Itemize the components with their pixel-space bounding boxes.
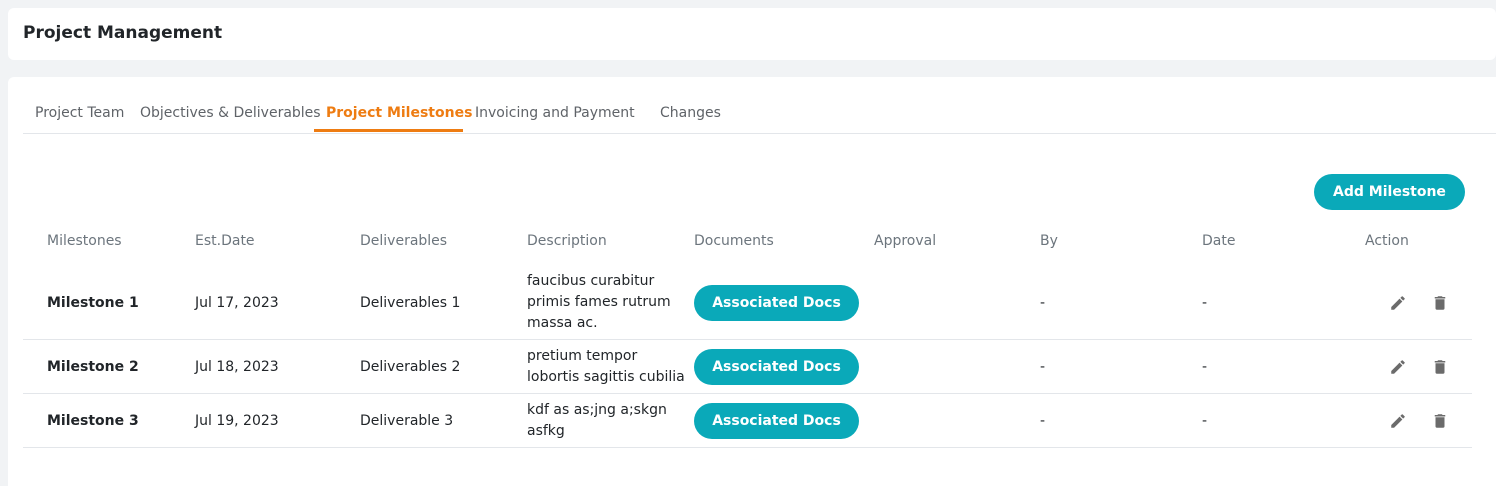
deliverables-cell: Deliverable 3 — [360, 413, 454, 429]
tab-invoicing-payment[interactable]: Invoicing and Payment — [475, 105, 635, 122]
deliverables-cell: Deliverables 2 — [360, 359, 461, 375]
date-cell: - — [1202, 413, 1208, 429]
table-row: Milestone 1 Jul 17, 2023 Deliverables 1 … — [23, 263, 1472, 340]
column-header-est-date: Est.Date — [195, 233, 255, 249]
est-date: Jul 17, 2023 — [195, 295, 279, 311]
tab-objectives-deliverables[interactable]: Objectives & Deliverables — [140, 105, 321, 122]
by-cell: - — [1040, 413, 1046, 429]
header-card: Project Management — [8, 8, 1496, 60]
associated-docs-button[interactable]: Associated Docs — [694, 285, 859, 321]
description-cell: pretium tempor lobortis sagittis cubilia — [527, 348, 685, 385]
est-date: Jul 19, 2023 — [195, 413, 279, 429]
active-tab-indicator — [314, 129, 463, 132]
main-card: Project Team Objectives & Deliverables P… — [8, 77, 1496, 486]
column-header-milestones: Milestones — [47, 233, 122, 249]
table-row: Milestone 3 Jul 19, 2023 Deliverable 3 k… — [23, 394, 1472, 448]
pencil-icon[interactable] — [1389, 412, 1407, 430]
column-header-by: By — [1040, 233, 1058, 249]
column-header-deliverables: Deliverables — [360, 233, 448, 249]
milestone-name: Milestone 2 — [47, 359, 139, 375]
by-cell: - — [1040, 295, 1046, 311]
description-cell: kdf as as;jng a;skgn asfkg — [527, 402, 667, 439]
column-header-action: Action — [1365, 233, 1409, 249]
trash-icon[interactable] — [1431, 358, 1449, 376]
tab-changes[interactable]: Changes — [660, 105, 721, 122]
description-cell: faucibus curabitur primis fames rutrum m… — [527, 273, 671, 331]
trash-icon[interactable] — [1431, 412, 1449, 430]
date-cell: - — [1202, 359, 1208, 375]
page-title: Project Management — [23, 23, 223, 43]
tab-project-team[interactable]: Project Team — [35, 105, 124, 122]
column-header-date: Date — [1202, 233, 1236, 249]
by-cell: - — [1040, 359, 1046, 375]
deliverables-cell: Deliverables 1 — [360, 295, 461, 311]
column-header-description: Description — [527, 233, 607, 249]
date-cell: - — [1202, 295, 1208, 311]
associated-docs-button[interactable]: Associated Docs — [694, 349, 859, 385]
trash-icon[interactable] — [1431, 294, 1449, 312]
associated-docs-button[interactable]: Associated Docs — [694, 403, 859, 439]
milestone-name: Milestone 3 — [47, 413, 139, 429]
tab-project-milestones[interactable]: Project Milestones — [326, 105, 472, 122]
column-header-approval: Approval — [874, 233, 937, 249]
tab-bar: Project Team Objectives & Deliverables P… — [23, 77, 1496, 134]
table-row: Milestone 2 Jul 18, 2023 Deliverables 2 … — [23, 340, 1472, 394]
column-header-documents: Documents — [694, 233, 774, 249]
pencil-icon[interactable] — [1389, 294, 1407, 312]
est-date: Jul 18, 2023 — [195, 359, 279, 375]
pencil-icon[interactable] — [1389, 358, 1407, 376]
add-milestone-button[interactable]: Add Milestone — [1314, 174, 1465, 210]
milestone-name: Milestone 1 — [47, 295, 139, 311]
